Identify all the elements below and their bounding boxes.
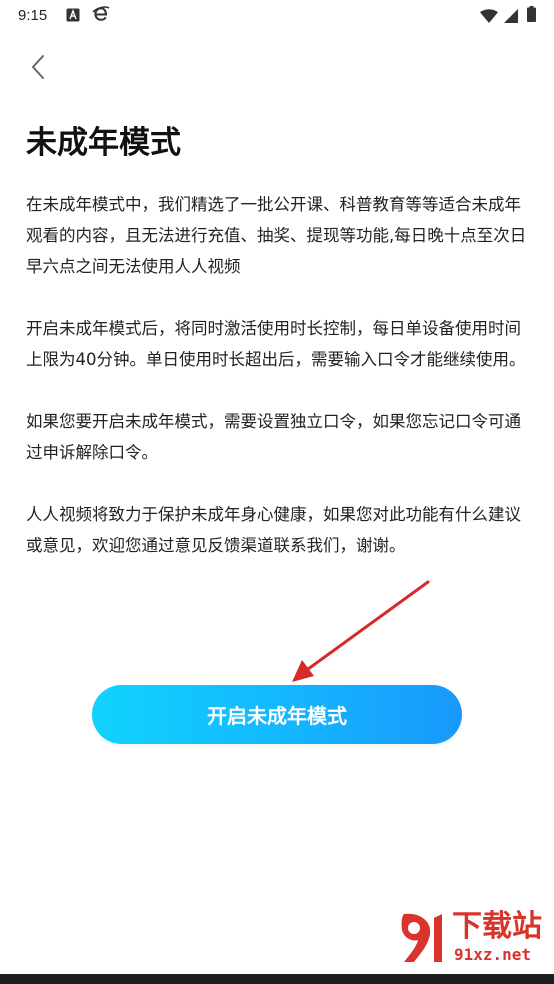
a-notification-icon xyxy=(66,7,80,26)
back-button[interactable] xyxy=(24,52,54,82)
watermark-logo: 下载站 91xz.net xyxy=(398,910,548,970)
description-paragraph: 在未成年模式中，我们精选了一批公开课、科普教育等等适合未成年观看的内容，且无法进… xyxy=(26,195,527,276)
watermark-text: 下载站 xyxy=(452,909,542,944)
status-bar: 9:15 xyxy=(0,0,554,34)
description-paragraph: 人人视频将致力于保护未成年身心健康，如果您对此功能有什么建议或意见，欢迎您通过意… xyxy=(26,505,521,555)
description-paragraph: 开启未成年模式后，将同时激活使用时长控制，每日单设备使用时间上限为40分钟。单日… xyxy=(26,319,526,369)
description-paragraph: 如果您要开启未成年模式，需要设置独立口令，如果您忘记口令可通过申诉解除口令。 xyxy=(26,412,521,462)
status-time: 9:15 xyxy=(18,7,48,24)
chevron-left-icon xyxy=(32,55,44,79)
watermark-url: 91xz.net xyxy=(454,945,532,964)
page-title: 未成年模式 xyxy=(26,125,181,161)
signal-icon xyxy=(504,8,518,27)
wifi-icon xyxy=(480,8,498,27)
battery-icon xyxy=(527,6,536,26)
bottom-navigation-strip xyxy=(0,974,554,984)
browser-e-icon xyxy=(92,5,110,27)
description: 在未成年模式中，我们精选了一批公开课、科普教育等等适合未成年观看的内容，且无法进… xyxy=(26,189,534,592)
enable-minor-mode-button[interactable]: 开启未成年模式 xyxy=(92,685,462,744)
